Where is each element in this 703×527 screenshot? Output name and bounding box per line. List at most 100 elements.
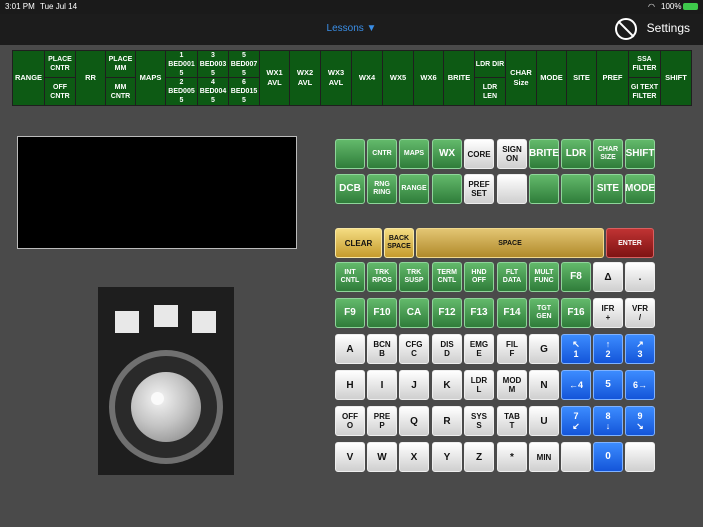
key-range[interactable]: RANGE <box>399 174 429 204</box>
key-q[interactable]: Q <box>399 406 429 436</box>
key-brite[interactable]: BRITE <box>529 139 559 169</box>
dcb-bed004[interactable]: 4 BED004 5 <box>198 78 228 105</box>
dcb-mm-cntr[interactable]: MM CNTR <box>106 78 135 105</box>
key-site[interactable]: SITE <box>593 174 623 204</box>
dcb-pref[interactable]: PREF <box>597 51 628 105</box>
key-bcn[interactable]: BCN B <box>367 334 397 364</box>
key-blank-7[interactable] <box>625 442 655 472</box>
key-asterisk[interactable]: * <box>497 442 527 472</box>
key-back-space[interactable]: BACK SPACE <box>384 228 414 258</box>
key-mult-func[interactable]: MULT FUNC <box>529 262 559 292</box>
key-delta[interactable]: Δ <box>593 262 623 292</box>
key-y[interactable]: Y <box>432 442 462 472</box>
trackball-left-button[interactable] <box>115 311 139 333</box>
key-rng-ring[interactable]: RNG RING <box>367 174 397 204</box>
dcb-site[interactable]: SITE <box>567 51 596 105</box>
key-cntr[interactable]: CNTR <box>367 139 397 169</box>
key-char-size[interactable]: CHAR SIZE <box>593 139 623 169</box>
key-blank-4[interactable] <box>529 174 559 204</box>
key-pre-p[interactable]: PRE P <box>367 406 397 436</box>
key-blank-6[interactable] <box>561 442 591 472</box>
dcb-bed005[interactable]: 2 BED005 5 <box>166 78 197 105</box>
key-dis[interactable]: DIS D <box>432 334 462 364</box>
key-g[interactable]: G <box>529 334 559 364</box>
lessons-dropdown[interactable]: Lessons ▼ <box>0 23 703 34</box>
key-trk-susp[interactable]: TRK SUSP <box>399 262 429 292</box>
dcb-off-cntr[interactable]: OFF CNTR <box>45 78 75 105</box>
key-ldr[interactable]: LDR <box>561 139 591 169</box>
key-blank-5[interactable] <box>561 174 591 204</box>
key-r[interactable]: R <box>432 406 462 436</box>
key-f8[interactable]: F8 <box>561 262 591 292</box>
key-9[interactable]: 9 ↘ <box>625 406 655 436</box>
key-core[interactable]: CORE <box>464 139 494 169</box>
key-x[interactable]: X <box>399 442 429 472</box>
key-pref-set[interactable]: PREF SET <box>464 174 494 204</box>
dcb-rr[interactable]: RR <box>76 51 105 105</box>
dcb-bed015[interactable]: 6 BED015 5 <box>229 78 259 105</box>
dcb-gi-text-filter[interactable]: GI TEXT FILTER <box>629 78 660 105</box>
dcb-wx6[interactable]: WX6 <box>414 51 443 105</box>
key-hnd-off[interactable]: HND OFF <box>464 262 494 292</box>
key-blank-1[interactable] <box>335 139 365 169</box>
key-wx[interactable]: WX <box>432 139 462 169</box>
key-flt-data[interactable]: FLT DATA <box>497 262 527 292</box>
key-clear[interactable]: CLEAR <box>335 228 382 258</box>
key-a[interactable]: A <box>335 334 365 364</box>
key-enter[interactable]: ENTER <box>606 228 654 258</box>
key-2[interactable]: ↑ 2 <box>593 334 623 364</box>
key-shift[interactable]: SHIFT <box>625 139 655 169</box>
dcb-mode[interactable]: MODE <box>537 51 566 105</box>
key-4[interactable]: ← 4 <box>561 370 591 400</box>
key-3[interactable]: ↗ 3 <box>625 334 655 364</box>
key-tab[interactable]: TAB T <box>497 406 527 436</box>
dcb-brite[interactable]: BRITE <box>444 51 474 105</box>
key-ldr-l[interactable]: LDR L <box>464 370 494 400</box>
key-min[interactable]: MIN <box>529 442 559 472</box>
trackball[interactable] <box>131 372 201 442</box>
key-f10[interactable]: F10 <box>367 298 397 328</box>
dcb-ldr-len[interactable]: LDR LEN <box>475 78 505 105</box>
key-j[interactable]: J <box>399 370 429 400</box>
key-5[interactable]: 5 <box>593 370 623 400</box>
dcb-char-size[interactable]: CHAR Size <box>506 51 536 105</box>
key-sys[interactable]: SYS S <box>464 406 494 436</box>
dcb-maps[interactable]: MAPS <box>136 51 165 105</box>
key-ifr[interactable]: IFR + <box>593 298 623 328</box>
key-off-o[interactable]: OFF O <box>335 406 365 436</box>
key-dcb[interactable]: DCB <box>335 174 365 204</box>
key-i[interactable]: I <box>367 370 397 400</box>
key-maps[interactable]: MAPS <box>399 139 429 169</box>
key-z[interactable]: Z <box>464 442 494 472</box>
dcb-wx5[interactable]: WX5 <box>383 51 413 105</box>
key-mode[interactable]: MODE <box>625 174 655 204</box>
key-fil[interactable]: FIL F <box>497 334 527 364</box>
trackball-right-button[interactable] <box>192 311 216 333</box>
dcb-place-mm[interactable]: PLACE MM <box>106 51 135 77</box>
key-0[interactable]: 0 <box>593 442 623 472</box>
key-sign-on[interactable]: SIGN ON <box>497 139 527 169</box>
settings-button[interactable]: Settings <box>647 21 690 35</box>
dcb-wx3[interactable]: WX3 AVL <box>321 51 351 105</box>
dcb-place-cntr[interactable]: PLACE CNTR <box>45 51 75 77</box>
dcb-wx4[interactable]: WX4 <box>352 51 382 105</box>
key-w[interactable]: W <box>367 442 397 472</box>
dcb-wx2[interactable]: WX2 AVL <box>290 51 320 105</box>
key-blank-3[interactable] <box>497 174 527 204</box>
key-ca[interactable]: CA <box>399 298 429 328</box>
dcb-bed003[interactable]: 3 BED003 5 <box>198 51 228 77</box>
key-tgt-gen[interactable]: TGT GEN <box>529 298 559 328</box>
key-8[interactable]: 8 ↓ <box>593 406 623 436</box>
key-mod[interactable]: MOD M <box>497 370 527 400</box>
key-f12[interactable]: F12 <box>432 298 462 328</box>
prohibited-icon[interactable] <box>615 18 637 40</box>
key-f9[interactable]: F9 <box>335 298 365 328</box>
key-f16[interactable]: F16 <box>561 298 591 328</box>
key-f14[interactable]: F14 <box>497 298 527 328</box>
key-v[interactable]: V <box>335 442 365 472</box>
dcb-ssa-filter[interactable]: SSA FILTER <box>629 51 660 77</box>
key-f13[interactable]: F13 <box>464 298 494 328</box>
key-term-cntl[interactable]: TERM CNTL <box>432 262 462 292</box>
key-h[interactable]: H <box>335 370 365 400</box>
dcb-ldr-dir[interactable]: LDR DIR <box>475 51 505 77</box>
